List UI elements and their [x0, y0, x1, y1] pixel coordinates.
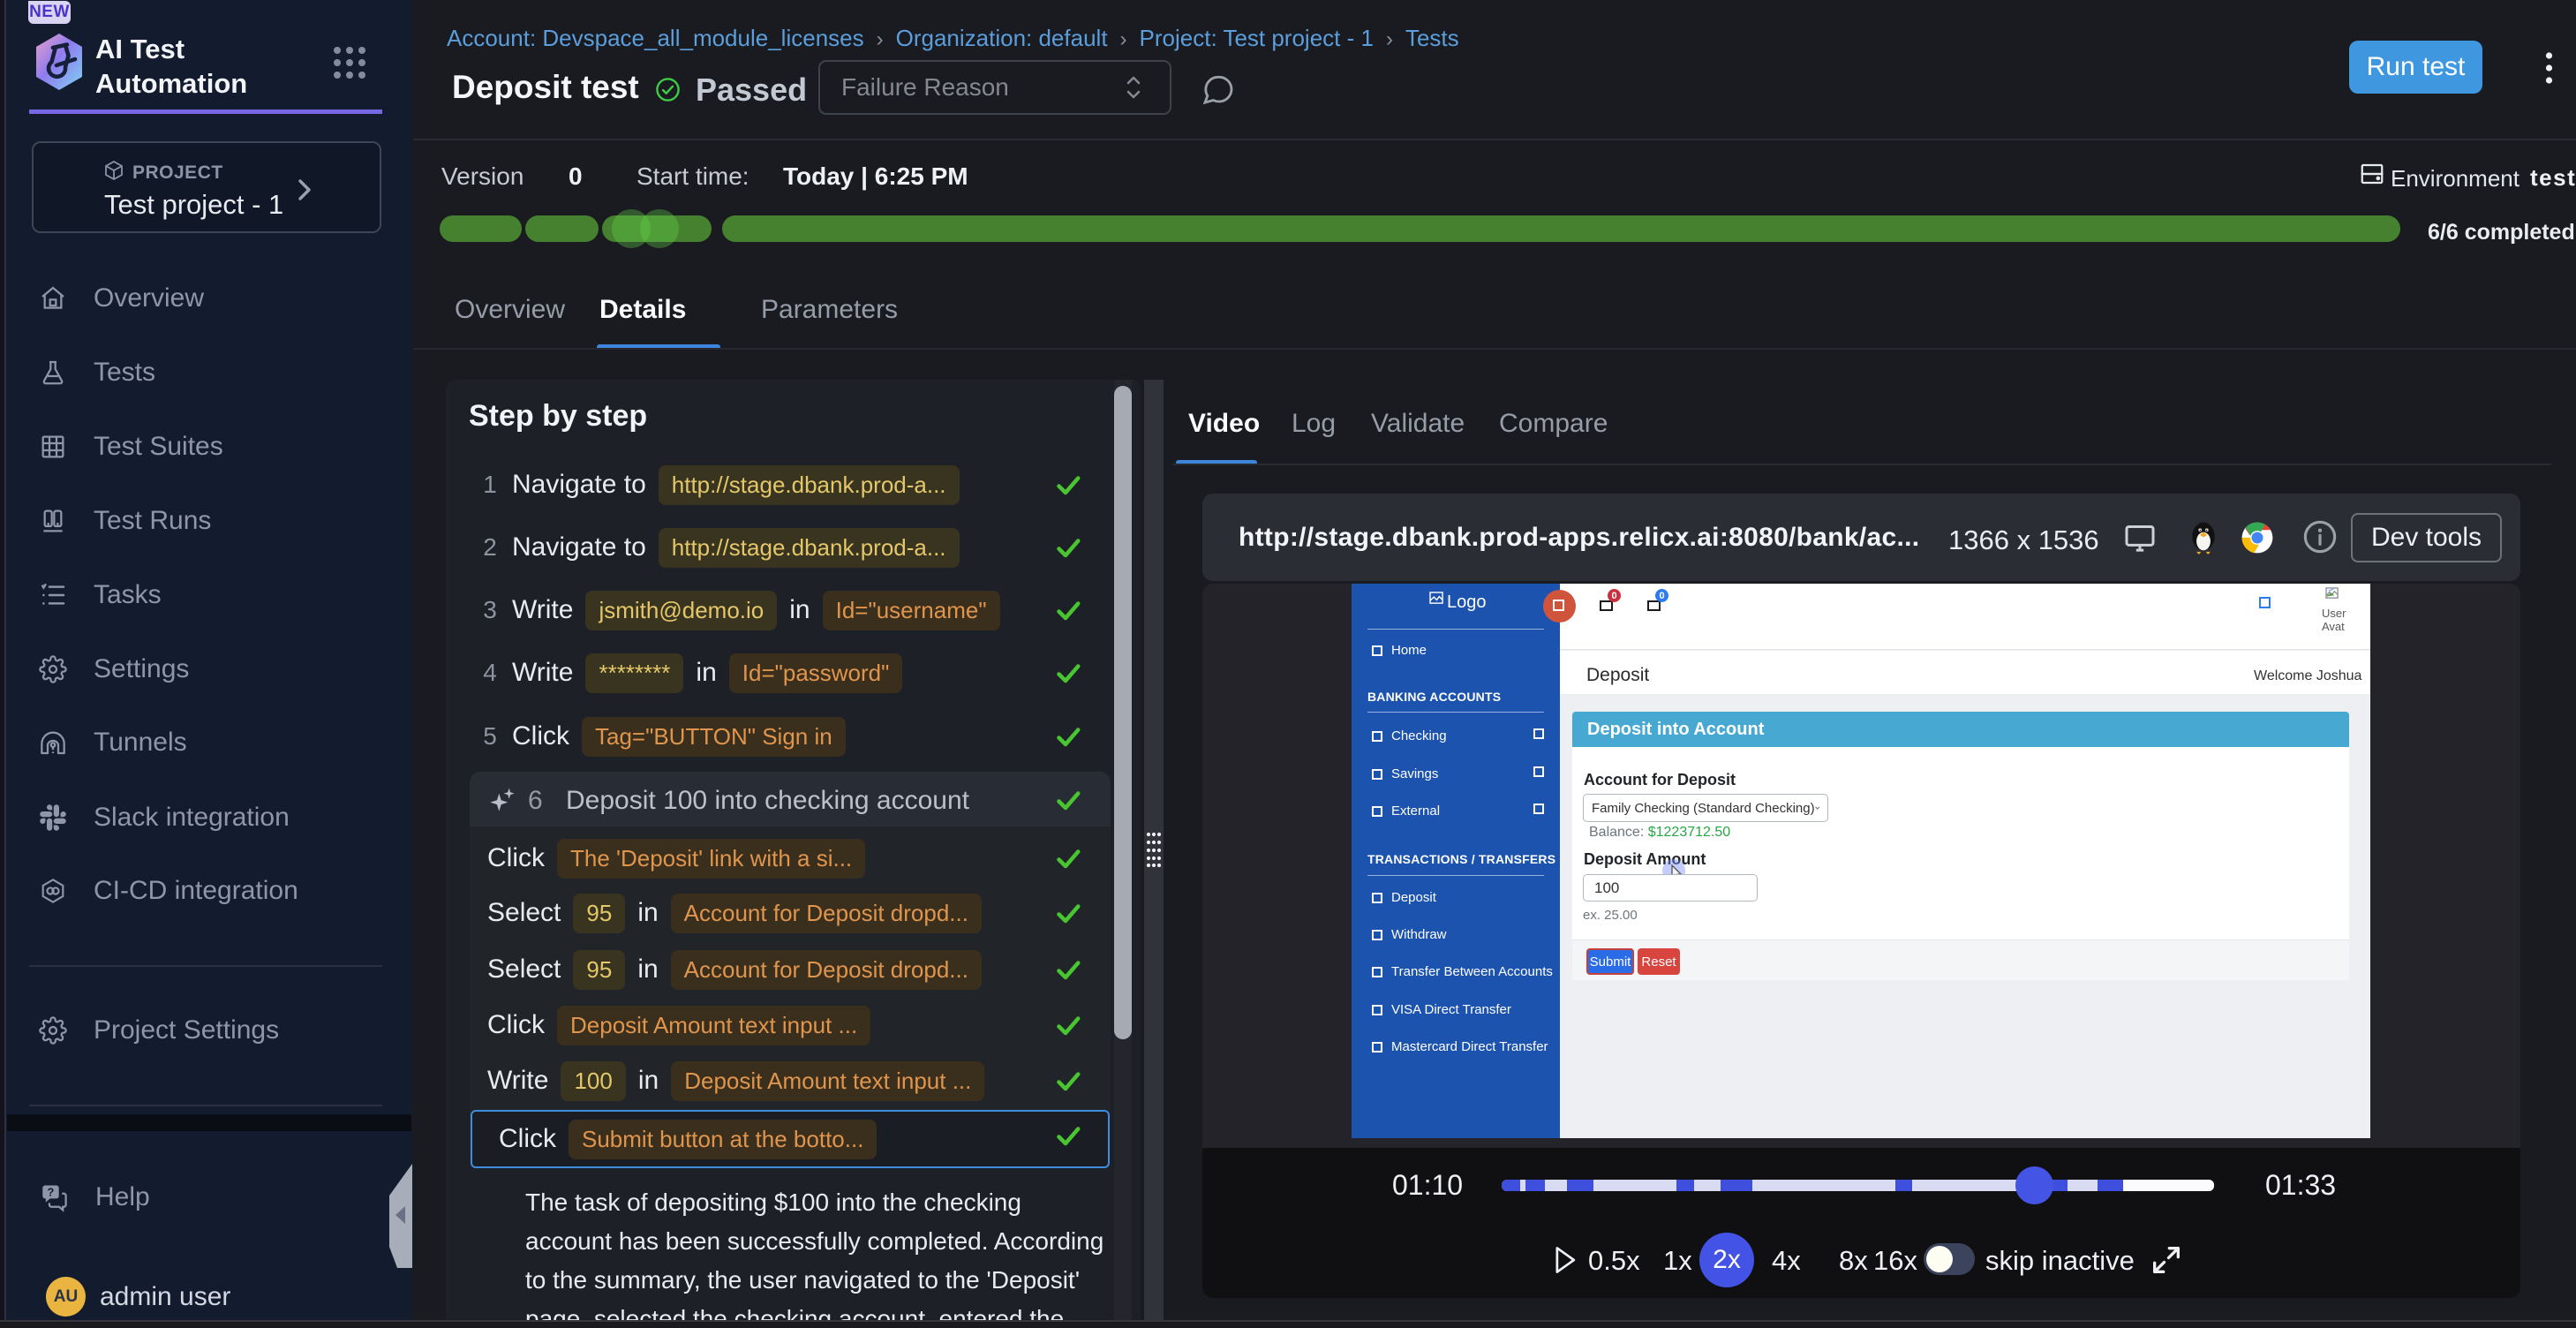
svg-text:?: ? — [48, 1186, 55, 1199]
